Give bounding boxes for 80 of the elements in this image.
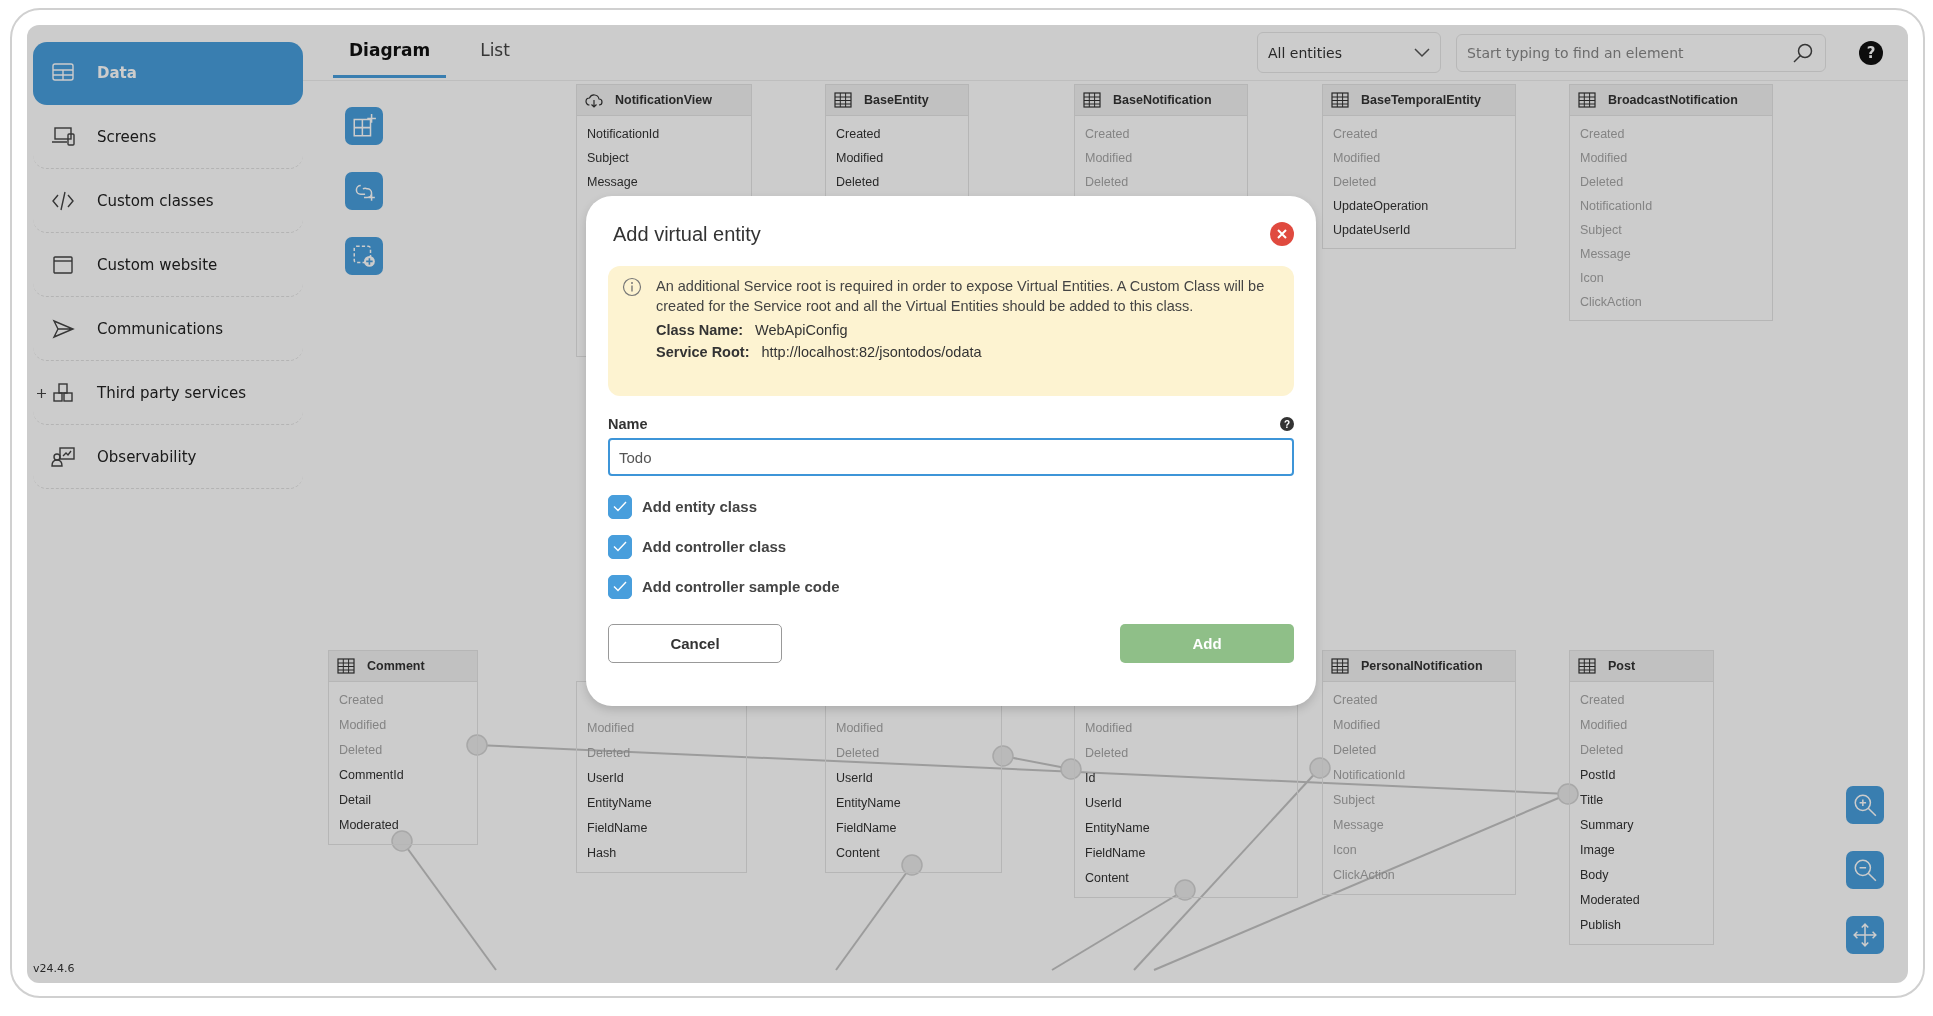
entity-field: Content [1085,866,1129,891]
entity-field: Hash [587,841,617,866]
entity-field: Modified [1333,146,1381,170]
entity-field: PostId [1580,763,1616,788]
entity-field: Publish [1580,913,1621,938]
entity-field: UserId [836,766,873,791]
field-label: Name [608,416,648,432]
entity-field: Deleted [836,170,880,194]
entity-field: NotificationId [1333,763,1406,788]
entity-field: Created [1333,688,1378,713]
entity-field: Image [1580,838,1615,863]
entity-field: NotificationId [1580,194,1653,218]
entity-field: Subject [587,146,629,170]
entity-field: Deleted [1333,170,1377,194]
entity-field: Created [1333,122,1378,146]
entity-name: BaseNotification [1113,93,1212,107]
entity-field: Icon [1333,838,1357,863]
entity-field: Modified [836,716,884,741]
entity-field: Deleted [836,741,880,766]
entity-field: Modified [339,713,387,738]
entity-field: EntityName [836,791,901,816]
entity-field: Created [1580,688,1625,713]
entity-name: BaseEntity [864,93,929,107]
entity-field: Created [339,688,384,713]
entity-name: NotificationView [615,93,712,107]
entity-field: Modified [1580,713,1628,738]
entity-field: Message [587,170,638,194]
entity-field: FieldName [587,816,648,841]
detail-value: http://localhost:82/jsontodos/odata [761,344,982,360]
entity-field: Deleted [1085,741,1129,766]
entity-field: Icon [1580,266,1604,290]
entity-field: Modified [836,146,884,170]
entity-field: CommentId [339,763,404,788]
entity-field: ClickAction [1333,863,1395,888]
entity-field: Moderated [339,813,399,838]
entity-field: Modified [587,716,635,741]
entity-field: Deleted [339,738,383,763]
entity-field: Id [1085,766,1096,791]
entity-field: ClickAction [1580,290,1642,314]
entity-field: FieldName [1085,841,1146,866]
entity-field: Subject [1580,218,1622,242]
entity-field: FieldName [836,816,897,841]
entity-field: EntityName [1085,816,1150,841]
entity-field: Moderated [1580,888,1640,913]
entity-field: Message [1333,813,1384,838]
entity-field: Created [1085,122,1130,146]
detail-value: WebApiConfig [755,322,848,338]
entity-field: Modified [1085,146,1133,170]
entity-field: NotificationId [587,122,660,146]
detail-label: Service Root: [656,344,750,360]
entity-field: Created [1580,122,1625,146]
entity-field: Modified [1085,716,1133,741]
entity-name: BaseTemporalEntity [1361,93,1481,107]
entity-field: Detail [339,788,371,813]
entity-name: Comment [367,659,425,673]
entity-field: UpdateOperation [1333,194,1429,218]
detail-label: Class Name: [656,322,744,338]
version-label: v24.4.6 [33,962,75,975]
entity-field: Deleted [1085,170,1129,194]
entity-field: Deleted [1580,170,1624,194]
entity-field: Created [836,122,881,146]
entity-field: Deleted [1580,738,1624,763]
entity-field: UserId [1085,791,1122,816]
entity-name: PersonalNotification [1361,659,1483,673]
entity-field: Message [1580,242,1631,266]
entity-field: Deleted [1333,738,1377,763]
entity-name: Post [1608,659,1636,673]
dialog-title: Add virtual entity [613,222,761,246]
entity-field: EntityName [587,791,652,816]
entity-field: UpdateUserId [1333,218,1411,242]
entity-field: UserId [587,766,624,791]
entity-field: Title [1580,788,1604,813]
entity-field: Subject [1333,788,1375,813]
entity-field: Modified [1580,146,1628,170]
entity-field: Body [1580,863,1609,888]
entity-field: Summary [1580,813,1634,838]
entity-field: Deleted [587,741,631,766]
entity-name: BroadcastNotification [1608,93,1738,107]
entity-field: Modified [1333,713,1381,738]
entity-field: Content [836,841,880,866]
